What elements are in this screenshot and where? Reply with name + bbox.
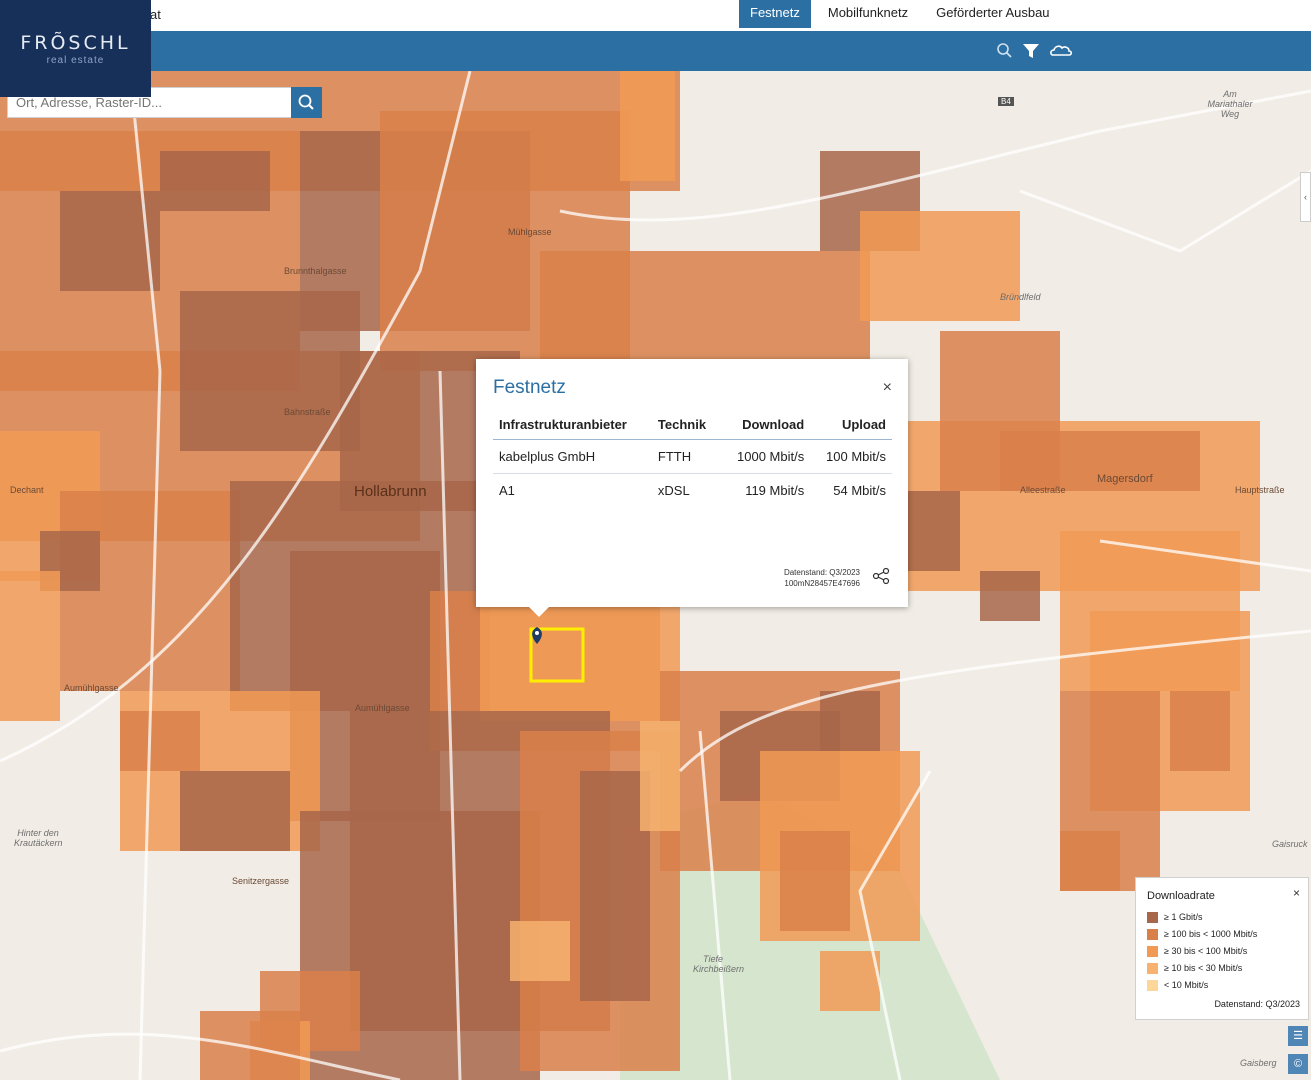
top-navigation: at Festnetz Mobilfunknetz Geförderter Au…: [0, 0, 1311, 31]
legend-label: ≥ 1 Gbit/s: [1164, 912, 1203, 922]
tab-gefoerderter-ausbau[interactable]: Geförderter Ausbau: [925, 0, 1060, 28]
map-toolbar: [0, 31, 1311, 71]
legend-datenstand: Datenstand: Q3/2023: [1214, 999, 1300, 1009]
cell-upload: 54 Mbit/s: [833, 482, 886, 498]
popup-title: Festnetz: [493, 377, 566, 398]
side-panel-toggle[interactable]: ‹: [1300, 172, 1311, 222]
cell-technology: FTTH: [651, 439, 721, 474]
logo-subtitle: real estate: [46, 55, 105, 66]
legend-item: < 10 Mbit/s: [1147, 979, 1208, 991]
table-row: A1 xDSL 119 Mbit/s 54 Mbit/s: [493, 473, 892, 507]
header-upload: Upload: [810, 411, 892, 440]
cell-technology: xDSL: [657, 482, 690, 498]
popup-close-icon[interactable]: ×: [883, 379, 892, 397]
legend-item: ≥ 1 Gbit/s: [1147, 911, 1202, 923]
map-label-brunnthalgasse: Brunnthalgasse: [284, 266, 347, 276]
cloud-icon[interactable]: [1048, 40, 1074, 62]
share-icon[interactable]: [872, 567, 890, 585]
cell-provider: kabelplus GmbH: [493, 439, 652, 474]
map-label-tiefe: Tiefe Kirchbeißern: [693, 954, 745, 974]
legend-item: ≥ 10 bis < 30 Mbit/s: [1147, 962, 1242, 974]
header-technology: Technik: [651, 411, 721, 440]
map-label-hinter: Hinter den Krautäckern: [14, 828, 63, 848]
table-header-row: Infrastrukturanbieter Technik Download U…: [493, 411, 892, 440]
search-icon[interactable]: [994, 40, 1016, 62]
legend-close-icon[interactable]: ×: [1293, 886, 1300, 900]
legend-item: ≥ 100 bis < 1000 Mbit/s: [1147, 928, 1257, 940]
map-label-senitzergasse: Senitzergasse: [232, 876, 290, 886]
copyright-icon[interactable]: ©: [1288, 1054, 1308, 1074]
header-download: Download: [720, 411, 811, 440]
map-label-muehlgasse: Mühlgasse: [508, 227, 552, 237]
map-label-hauptstrasse: Hauptstraße: [1235, 485, 1285, 495]
map-label-aumuehlgasse: Aumühlgasse: [355, 703, 410, 713]
company-logo[interactable]: FRÕSCHL real estate: [0, 0, 151, 97]
festnetz-popup: Festnetz × Infrastrukturanbieter Technik…: [476, 359, 908, 617]
legend-label: ≥ 30 bis < 100 Mbit/s: [1164, 946, 1248, 956]
legend-swatch: [1147, 911, 1158, 923]
table-row: kabelplus GmbH FTTH 1000 Mbit/s 100 Mbit…: [493, 439, 892, 474]
layer-tabs: Festnetz Mobilfunknetz Geförderter Ausba…: [739, 0, 1067, 28]
download-rate-legend: Downloadrate × ≥ 1 Gbit/s ≥ 100 bis < 10…: [1135, 877, 1309, 1020]
legend-swatch: [1147, 928, 1158, 940]
popup-footer: Datenstand: Q3/2023 100mN28457E47696: [784, 567, 860, 589]
logo-brand: FRÕSCHL: [20, 32, 131, 54]
filter-icon[interactable]: [1020, 40, 1042, 62]
legend-title: Downloadrate: [1147, 890, 1215, 902]
legend-swatch: [1147, 979, 1158, 991]
map-label-gaisberg: Gaisberg: [1240, 1058, 1277, 1068]
cell-provider: A1: [499, 482, 515, 498]
map-label-gaisruck: Gaisruck: [1272, 839, 1308, 849]
tab-mobilfunknetz[interactable]: Mobilfunknetz: [817, 0, 919, 28]
map-label-b4: B4: [998, 97, 1014, 106]
cell-download: 1000 Mbit/s: [720, 439, 811, 474]
header-provider: Infrastrukturanbieter: [493, 411, 652, 440]
map-label-town: Hollabrunn: [354, 483, 427, 500]
cell-upload: 100 Mbit/s: [810, 439, 892, 474]
legend-label: < 10 Mbit/s: [1164, 980, 1209, 990]
legend-label: ≥ 10 bis < 30 Mbit/s: [1164, 963, 1243, 973]
provider-table: Infrastrukturanbieter Technik Download U…: [493, 411, 892, 507]
popup-raster-id: 100mN28457E47696: [784, 579, 860, 588]
legend-swatch: [1147, 962, 1158, 974]
site-title: at: [150, 7, 161, 22]
legend-label: ≥ 100 bis < 1000 Mbit/s: [1164, 929, 1258, 939]
popup-datenstand: Datenstand: Q3/2023: [783, 568, 860, 577]
map-label-alleestrasse: Alleestraße: [1020, 485, 1066, 495]
search-button[interactable]: [291, 87, 322, 118]
layer-list-icon[interactable]: ☰: [1288, 1026, 1308, 1046]
search-button-icon: [298, 94, 314, 110]
map-label-mariathaler: Am Mariathaler Weg: [1207, 89, 1253, 119]
map-label-dechant: Dechant: [10, 485, 44, 495]
tab-festnetz[interactable]: Festnetz: [739, 0, 811, 28]
map-label-magersdorf: Magersdorf: [1097, 473, 1153, 485]
map-label-aumuehlgasse-west: Aumühlgasse: [64, 683, 119, 693]
legend-swatch: [1147, 945, 1158, 957]
cell-download: 119 Mbit/s: [745, 482, 805, 498]
map-label-bruendlfeld: Bründlfeld: [1000, 292, 1041, 302]
legend-item: ≥ 30 bis < 100 Mbit/s: [1147, 945, 1247, 957]
map-label-bahnstrasse: Bahnstraße: [284, 407, 331, 417]
